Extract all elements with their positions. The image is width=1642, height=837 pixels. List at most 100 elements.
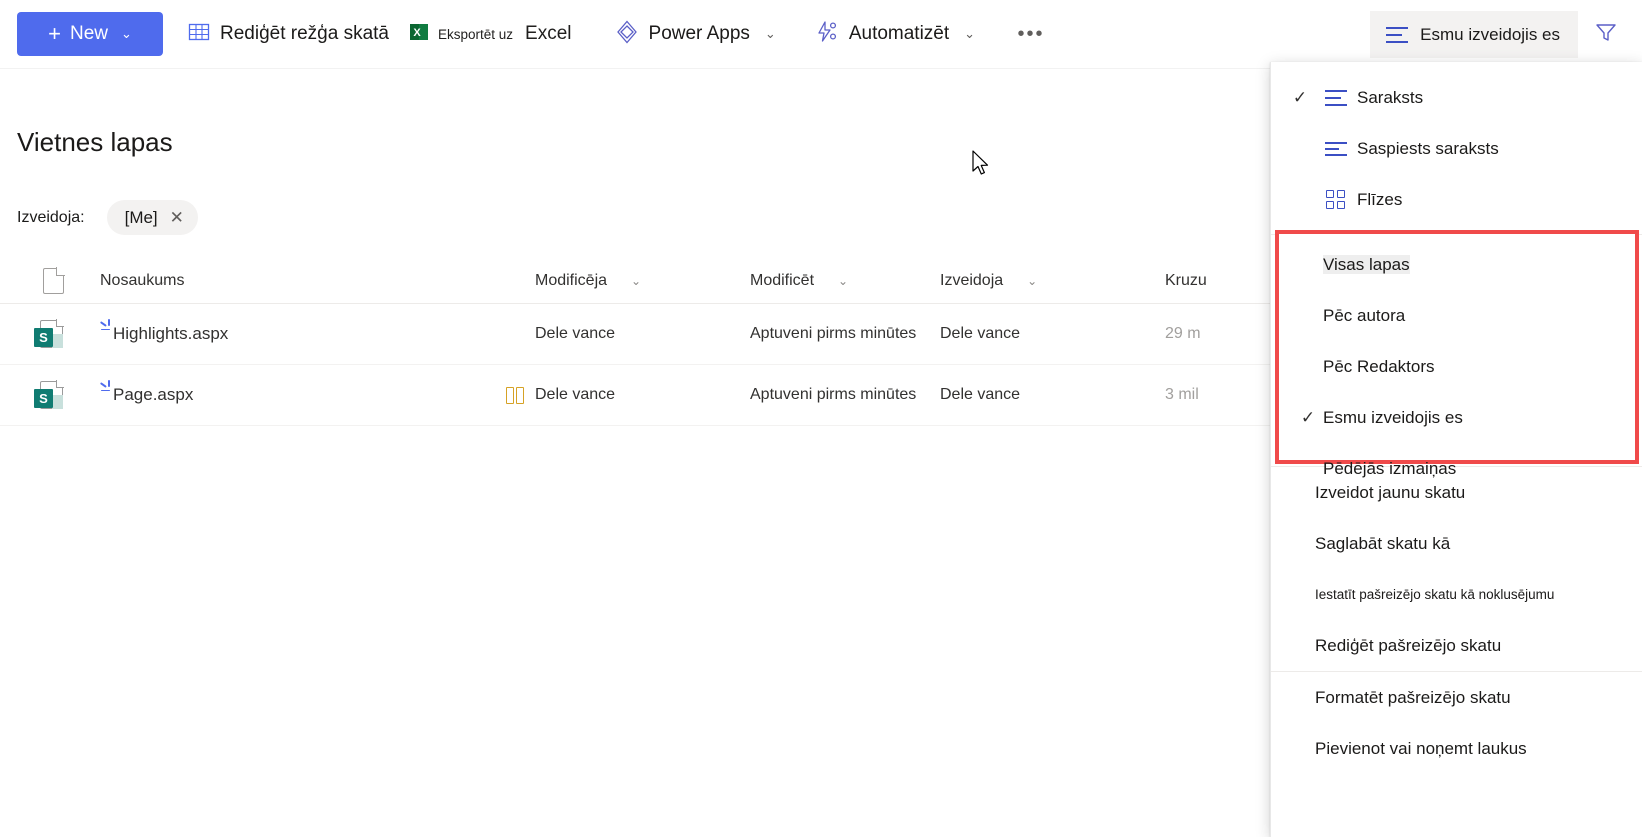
menu-group-saved-views: Visas lapas Pēc autora Pēc Redaktors ✓ E… (1279, 234, 1635, 494)
chevron-down-icon: ⌄ (631, 273, 642, 288)
power-apps-label: Power Apps (648, 23, 750, 44)
chevron-down-icon: ⌄ (120, 26, 132, 41)
menu-item-compact-list-view-label: Saspiests saraksts (1357, 138, 1499, 158)
check-icon: ✓ (1292, 87, 1308, 107)
row-modified-by: Dele vance (535, 386, 616, 403)
menu-item-save-view-as-label: Saglabāt skatu kā (1315, 533, 1451, 553)
new-item-sparkle-icon (100, 379, 116, 396)
new-item-sparkle-icon (100, 318, 116, 335)
menu-item-compact-list-view[interactable]: Saspiests saraksts (1271, 123, 1642, 174)
row-name-cell[interactable]: Page.aspx (100, 379, 535, 405)
new-button[interactable]: + New ⌄ (17, 12, 163, 56)
menu-item-by-author[interactable]: Pēc autora (1279, 290, 1635, 341)
menu-item-edit-current-view-label: Rediģēt pašreizējo skatu (1315, 635, 1502, 655)
command-bar-right: Esmu izveidojis es (1370, 0, 1642, 69)
edit-grid-view-button[interactable]: Rediģēt režģa skatā (177, 10, 399, 58)
row-modified-by: Dele vance (535, 325, 616, 342)
menu-item-set-current-view-default-label: Iestatīt pašreizējo skatu kā noklusējumu (1315, 587, 1555, 602)
chevron-down-icon: ⌄ (964, 26, 976, 41)
command-bar: + New ⌄ Rediģēt režģa skatā X Eksportēt … (0, 0, 1642, 69)
view-selector-button[interactable]: Esmu izveidojis es (1370, 11, 1578, 58)
column-header-created-by[interactable]: Izveidoja ⌄ (940, 272, 1165, 290)
row-modified: Aptuveni pirms minūtes (750, 325, 917, 342)
column-header-name[interactable]: Nosaukums ⌄ (100, 272, 535, 290)
filter-button[interactable] (1578, 7, 1634, 63)
row-file-name[interactable]: Highlights.aspx (113, 324, 228, 344)
view-options-menu: ✓ Saraksts Saspiests saraksts Flīzes Vis… (1270, 62, 1642, 837)
power-apps-button[interactable]: Power Apps ⌄ (604, 10, 786, 58)
menu-item-by-editor[interactable]: Pēc Redaktors (1279, 341, 1635, 392)
column-header-name-label: Nosaukums (100, 271, 185, 289)
menu-group-actions: Izveidot jaunu skatu Saglabāt skatu kā I… (1271, 466, 1642, 774)
ellipsis-icon: ••• (1017, 22, 1045, 45)
column-header-created-by-label: Izveidoja (940, 271, 1004, 289)
check-icon: ✓ (1300, 407, 1316, 427)
excel-word-label: Excel (525, 23, 572, 44)
page-title: Vietnes lapas (17, 127, 173, 157)
edit-grid-view-label: Rediģēt režģa skatā (220, 23, 389, 44)
menu-item-edit-current-view[interactable]: Rediģēt pašreizējo skatu (1271, 620, 1642, 671)
chevron-down-icon: ⌄ (156, 273, 167, 288)
automate-label: Automatizēt (848, 23, 950, 44)
column-header-icon[interactable] (0, 266, 100, 294)
new-button-label: New (69, 23, 108, 44)
filter-pill-created-by[interactable]: [Me] ✕ (106, 200, 198, 235)
tiles-icon (1315, 189, 1357, 210)
compact-list-icon (1315, 140, 1357, 158)
column-header-modified-by-label: Modificēja (535, 271, 608, 289)
menu-item-by-editor-label: Pēc Redaktors (1323, 356, 1435, 376)
power-apps-icon (614, 19, 640, 50)
export-to-excel-button[interactable]: X Eksportēt uz Excel (399, 10, 582, 58)
menu-item-all-pages-label: Visas lapas (1323, 254, 1410, 274)
menu-item-add-remove-fields[interactable]: Pievienot vai noņemt laukus (1271, 723, 1642, 774)
document-icon (43, 266, 65, 294)
close-icon[interactable]: ✕ (170, 208, 184, 228)
grid-icon (187, 20, 211, 49)
list-icon (1386, 26, 1409, 44)
menu-item-tiles-view[interactable]: Flīzes (1271, 174, 1642, 225)
page-layout-icon (506, 386, 526, 404)
menu-item-tiles-view-label: Flīzes (1357, 189, 1403, 209)
menu-item-list-view[interactable]: ✓ Saraksts (1271, 72, 1642, 123)
menu-group-view-types: ✓ Saraksts Saspiests saraksts Flīzes (1271, 62, 1642, 234)
filter-bar: Izveidoja: [Me] ✕ (17, 200, 198, 235)
menu-item-add-remove-fields-label: Pievienot vai noņemt laukus (1315, 738, 1527, 758)
chevron-down-icon: ⌄ (838, 273, 849, 288)
menu-item-format-current-view[interactable]: Formatēt pašreizējo skatu (1271, 672, 1642, 723)
menu-item-recent-changes[interactable]: Pēdējās izmaiņas (1279, 443, 1635, 494)
list-icon (1315, 89, 1357, 107)
menu-item-format-current-view-label: Formatēt pašreizējo skatu (1315, 687, 1511, 707)
chevron-down-icon: ⌄ (1027, 273, 1038, 288)
column-header-size-label: Kruzu (1165, 271, 1207, 289)
row-name-cell[interactable]: Highlights.aspx (100, 318, 535, 344)
filter-label: Izveidoja: (17, 208, 85, 226)
column-header-modified[interactable]: Modificēt ⌄ (750, 272, 940, 290)
view-selector-label: Esmu izveidojis es (1420, 24, 1560, 44)
row-created-by: Dele vance (940, 325, 1021, 342)
menu-item-set-current-view-default[interactable]: Iestatīt pašreizējo skatu kā noklusējumu (1271, 569, 1642, 620)
sharepoint-page-icon: S (34, 379, 64, 411)
row-file-icon-cell: S (0, 318, 100, 350)
column-header-modified-label: Modificēt (750, 271, 815, 289)
menu-item-all-pages[interactable]: Visas lapas (1279, 239, 1635, 290)
menu-item-by-author-label: Pēc autora (1323, 305, 1406, 325)
row-file-name[interactable]: Page.aspx (113, 385, 193, 405)
plus-icon: + (48, 21, 61, 46)
excel-icon: X (409, 22, 429, 47)
row-created-by: Dele vance (940, 386, 1021, 403)
automate-button[interactable]: Automatizēt ⌄ (804, 10, 985, 58)
svg-text:X: X (413, 27, 421, 39)
saved-views-highlight-box: Visas lapas Pēc autora Pēc Redaktors ✓ E… (1275, 230, 1639, 478)
menu-item-created-by-me-label: Esmu izveidojis es (1323, 407, 1463, 427)
sharepoint-page-icon: S (34, 318, 64, 350)
automate-icon (814, 19, 840, 50)
column-header-modified-by[interactable]: Modificēja ⌄ (535, 272, 750, 290)
more-options-button[interactable]: ••• (1009, 12, 1053, 56)
filter-icon (1594, 20, 1618, 49)
export-to-excel-label: Eksportēt uz (438, 26, 514, 42)
menu-item-save-view-as[interactable]: Saglabāt skatu kā (1271, 518, 1642, 569)
menu-item-created-by-me[interactable]: ✓ Esmu izveidojis es (1279, 392, 1635, 443)
app-root: + New ⌄ Rediģēt režģa skatā X Eksportēt … (0, 0, 1642, 837)
chevron-down-icon: ⌄ (764, 26, 776, 41)
menu-item-list-view-label: Saraksts (1357, 87, 1424, 107)
